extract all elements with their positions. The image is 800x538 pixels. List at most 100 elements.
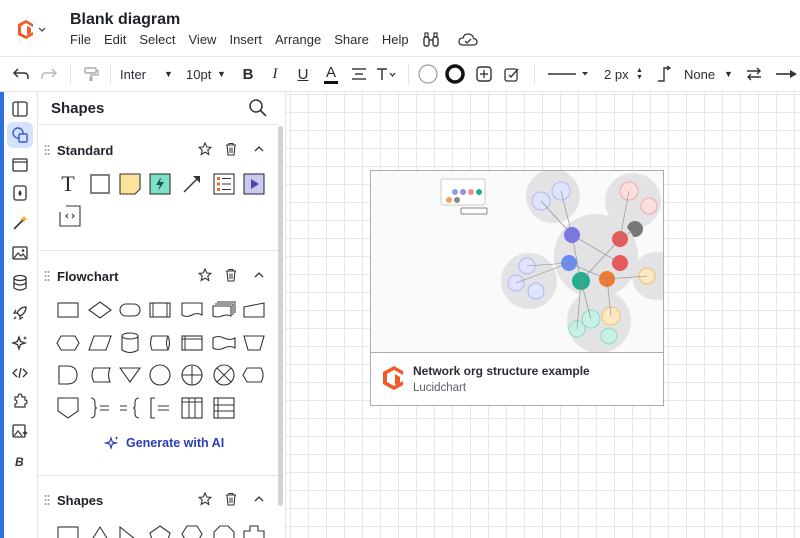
text-align-button[interactable] bbox=[348, 57, 370, 91]
style-panel-button[interactable] bbox=[500, 57, 524, 91]
shape-options-button[interactable] bbox=[472, 57, 496, 91]
font-size-select[interactable]: 10pt ▼ bbox=[186, 57, 230, 91]
trash-icon[interactable] bbox=[224, 492, 238, 506]
bold-button[interactable]: B bbox=[238, 57, 258, 91]
line-style-select[interactable] bbox=[544, 57, 592, 91]
template-card[interactable]: Network org structure example Lucidchart bbox=[370, 170, 664, 406]
flow-manual-operation[interactable] bbox=[240, 329, 268, 357]
shapes-button[interactable] bbox=[7, 122, 33, 148]
chevron-up-icon[interactable] bbox=[252, 492, 266, 506]
basic-pentagon[interactable] bbox=[146, 520, 174, 538]
menu-arrange[interactable]: Arrange bbox=[275, 32, 321, 48]
line-color-button[interactable] bbox=[443, 57, 467, 91]
brand-button[interactable]: B bbox=[9, 450, 31, 472]
database-button[interactable] bbox=[9, 272, 31, 294]
flow-multiple-documents[interactable] bbox=[210, 296, 238, 324]
flow-swimlane-vertical[interactable] bbox=[178, 394, 206, 422]
chevron-up-icon[interactable] bbox=[252, 142, 266, 156]
underline-button[interactable]: U bbox=[293, 57, 313, 91]
trash-icon[interactable] bbox=[224, 268, 238, 282]
text-color-button[interactable]: A bbox=[321, 57, 341, 91]
flow-predefined-process[interactable] bbox=[146, 296, 174, 324]
star-icon[interactable] bbox=[198, 492, 212, 506]
star-icon[interactable] bbox=[198, 142, 212, 156]
text-options-button[interactable] bbox=[376, 57, 398, 91]
shape-rectangle[interactable] bbox=[86, 170, 114, 198]
panel-scrollbar[interactable] bbox=[278, 126, 283, 506]
flow-direct-data[interactable] bbox=[146, 329, 174, 357]
frame-button[interactable] bbox=[9, 154, 31, 176]
flow-annotation-right[interactable] bbox=[86, 394, 114, 422]
image-button[interactable] bbox=[9, 242, 31, 264]
flow-display[interactable] bbox=[240, 361, 268, 389]
cloud-saved-icon[interactable] bbox=[458, 32, 478, 48]
menu-edit[interactable]: Edit bbox=[104, 32, 126, 48]
basic-cross[interactable] bbox=[240, 520, 268, 538]
arrow-end-select[interactable]: None ▼ bbox=[684, 57, 734, 91]
shape-list[interactable] bbox=[210, 170, 238, 198]
shape-arrow-line[interactable] bbox=[178, 170, 206, 198]
shape-sticky-note[interactable] bbox=[116, 170, 144, 198]
flow-annotation-left[interactable] bbox=[116, 394, 144, 422]
shape-embed[interactable] bbox=[56, 202, 84, 230]
search-shapes-button[interactable] bbox=[248, 98, 268, 123]
flow-off-page[interactable] bbox=[54, 394, 82, 422]
chevron-up-icon[interactable] bbox=[252, 268, 266, 282]
code-button[interactable] bbox=[9, 362, 31, 384]
drag-handle-icon[interactable] bbox=[44, 144, 50, 156]
flow-preparation[interactable] bbox=[54, 329, 82, 357]
flow-document[interactable] bbox=[178, 296, 206, 324]
undo-button[interactable] bbox=[8, 57, 34, 91]
fill-color-button[interactable] bbox=[416, 57, 440, 91]
sparkle-button[interactable] bbox=[9, 332, 31, 354]
ai-image-button[interactable] bbox=[9, 420, 31, 442]
flow-internal-storage[interactable] bbox=[178, 329, 206, 357]
shape-video[interactable] bbox=[240, 170, 268, 198]
line-width-select[interactable]: 2 px ▲ ▼ bbox=[604, 57, 646, 91]
menu-select[interactable]: Select bbox=[139, 32, 175, 48]
flow-database[interactable] bbox=[116, 329, 144, 357]
redo-button[interactable] bbox=[36, 57, 62, 91]
section-shapes-header[interactable]: Shapes bbox=[38, 485, 278, 515]
magic-button[interactable] bbox=[9, 212, 31, 234]
swap-arrows-button[interactable] bbox=[742, 57, 766, 91]
flow-annotation[interactable] bbox=[146, 394, 174, 422]
flow-manual-input[interactable] bbox=[240, 296, 268, 324]
basic-triangle[interactable] bbox=[86, 520, 114, 538]
flow-summing-junction[interactable] bbox=[210, 361, 238, 389]
menu-file[interactable]: File bbox=[70, 32, 91, 48]
binoculars-icon[interactable] bbox=[422, 32, 440, 48]
fill-button[interactable] bbox=[9, 182, 31, 204]
rocket-button[interactable] bbox=[9, 302, 31, 324]
section-flowchart-header[interactable]: Flowchart bbox=[38, 261, 278, 291]
menu-help[interactable]: Help bbox=[382, 32, 409, 48]
flow-stored-data[interactable] bbox=[86, 361, 114, 389]
flow-terminator[interactable] bbox=[116, 296, 144, 324]
connector-style-button[interactable] bbox=[652, 57, 676, 91]
trash-icon[interactable] bbox=[224, 142, 238, 156]
integrations-button[interactable] bbox=[9, 390, 31, 412]
star-icon[interactable] bbox=[198, 268, 212, 282]
document-title[interactable]: Blank diagram bbox=[70, 11, 180, 29]
menu-share[interactable]: Share bbox=[334, 32, 369, 48]
format-painter-button[interactable] bbox=[78, 57, 104, 91]
menu-view[interactable]: View bbox=[189, 32, 217, 48]
flow-connector[interactable] bbox=[146, 361, 174, 389]
flow-decision[interactable] bbox=[86, 296, 114, 324]
flow-merge[interactable] bbox=[116, 361, 144, 389]
basic-octagon[interactable] bbox=[210, 520, 238, 538]
section-standard-header[interactable]: Standard bbox=[38, 135, 278, 165]
arrow-start-select[interactable] bbox=[772, 57, 800, 91]
flow-or[interactable] bbox=[178, 361, 206, 389]
flow-paper-tape[interactable] bbox=[210, 329, 238, 357]
shape-action-block[interactable] bbox=[146, 170, 174, 198]
drag-handle-icon[interactable] bbox=[44, 270, 50, 282]
basic-square[interactable] bbox=[54, 520, 82, 538]
flow-process[interactable] bbox=[54, 296, 82, 324]
lucid-logo-menu[interactable] bbox=[16, 18, 48, 42]
font-family-select[interactable]: Inter ▼ bbox=[120, 57, 180, 91]
flow-swimlane-horizontal[interactable] bbox=[210, 394, 238, 422]
basic-hexagon[interactable] bbox=[178, 520, 206, 538]
menu-insert[interactable]: Insert bbox=[229, 32, 262, 48]
flow-data[interactable] bbox=[86, 329, 114, 357]
